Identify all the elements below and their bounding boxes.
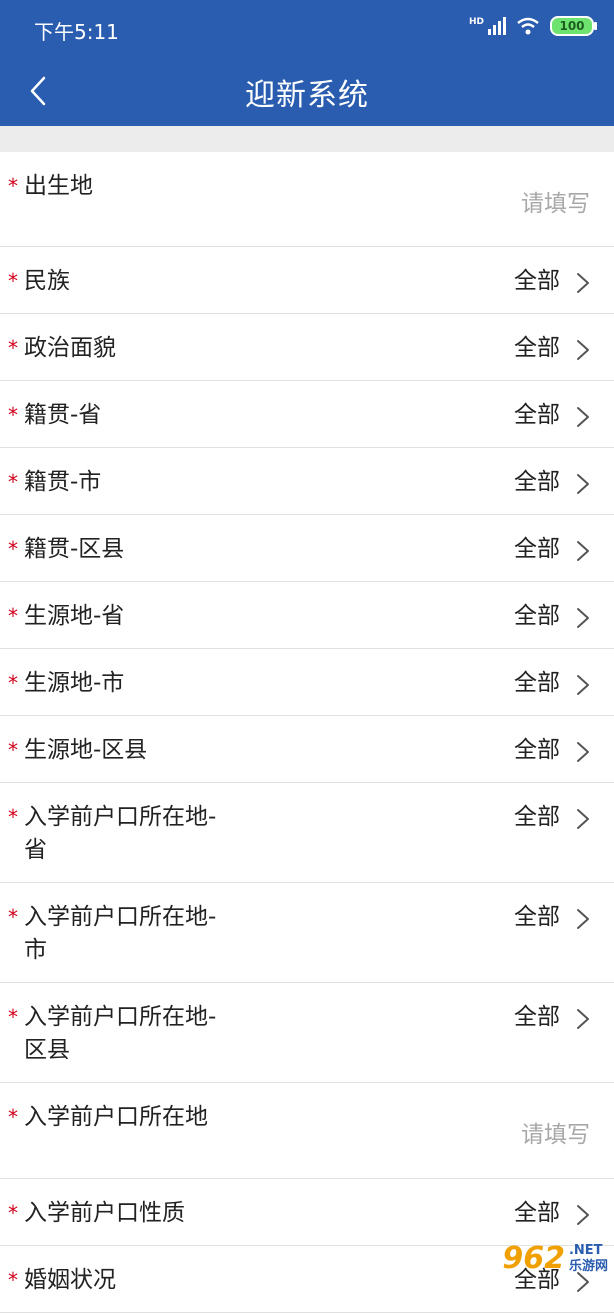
watermark-site: 乐游网 bbox=[568, 1258, 608, 1274]
form-select-row[interactable]: * 民族 全部 bbox=[0, 247, 614, 314]
field-label: 生源地-市 bbox=[24, 670, 125, 696]
chevron-right-icon bbox=[577, 742, 589, 762]
select-value[interactable]: 全部 bbox=[514, 667, 560, 700]
required-star: * bbox=[8, 269, 18, 293]
required-star: * bbox=[8, 174, 18, 198]
select-value[interactable]: 全部 bbox=[514, 1197, 560, 1230]
chevron-right-icon bbox=[577, 407, 589, 427]
field-label: 入学前户口所在地- 区县 bbox=[24, 1004, 217, 1063]
chevron-right-icon bbox=[577, 809, 589, 829]
select-value[interactable]: 全部 bbox=[514, 466, 560, 499]
status-bar: 下午5:11 HD 100 bbox=[0, 0, 614, 56]
select-value[interactable]: 全部 bbox=[514, 399, 560, 432]
form-select-row[interactable]: * 政治面貌 全部 bbox=[0, 314, 614, 381]
required-star: * bbox=[8, 604, 18, 628]
app-header: 下午5:11 HD 100 迎新系统 bbox=[0, 0, 614, 126]
field-label: 籍贯-市 bbox=[24, 469, 102, 495]
required-star: * bbox=[8, 1105, 18, 1129]
form-select-row[interactable]: * 入学前户口所在地- 省 全部 bbox=[0, 783, 614, 883]
hd-label: HD bbox=[468, 17, 484, 27]
select-value[interactable]: 全部 bbox=[514, 801, 560, 834]
text-input-placeholder[interactable]: 请填写 bbox=[521, 184, 590, 218]
form-select-row[interactable]: * 生源地-市 全部 bbox=[0, 649, 614, 716]
form-select-row[interactable]: * 入学前户口所在地- 区县 全部 bbox=[0, 983, 614, 1083]
chevron-right-icon bbox=[577, 273, 589, 293]
chevron-right-icon bbox=[577, 608, 589, 628]
required-star: * bbox=[8, 537, 18, 561]
wifi-icon bbox=[517, 17, 539, 35]
required-star: * bbox=[8, 905, 18, 929]
select-value[interactable]: 全部 bbox=[514, 533, 560, 566]
required-star: * bbox=[8, 336, 18, 360]
required-star: * bbox=[8, 671, 18, 695]
chevron-right-icon bbox=[577, 675, 589, 695]
form-select-row[interactable]: * 生源地-省 全部 bbox=[0, 582, 614, 649]
section-spacer bbox=[0, 126, 614, 152]
status-time: 下午5:11 bbox=[34, 20, 119, 44]
select-value[interactable]: 全部 bbox=[514, 1001, 560, 1034]
chevron-right-icon bbox=[577, 909, 589, 929]
field-label: 政治面貌 bbox=[24, 335, 116, 361]
chevron-right-icon bbox=[577, 474, 589, 494]
required-star: * bbox=[8, 403, 18, 427]
watermark: 962 .NET 乐游网 bbox=[502, 1241, 608, 1276]
required-star: * bbox=[8, 738, 18, 762]
field-label: 入学前户口所在地- 市 bbox=[24, 904, 217, 963]
form-select-row[interactable]: * 入学前户口性质 全部 bbox=[0, 1179, 614, 1246]
field-label: 婚姻状况 bbox=[24, 1267, 116, 1293]
required-star: * bbox=[8, 1268, 18, 1292]
field-label: 入学前户口性质 bbox=[24, 1200, 185, 1226]
select-value[interactable]: 全部 bbox=[514, 734, 560, 767]
field-label: 入学前户口所在地- 省 bbox=[24, 804, 217, 863]
form-select-row[interactable]: * 籍贯-区县 全部 bbox=[0, 515, 614, 582]
form-select-row[interactable]: * 籍贯-省 全部 bbox=[0, 381, 614, 448]
form-input-row[interactable]: * 入学前户口所在地 请填写 bbox=[0, 1083, 614, 1179]
required-star: * bbox=[8, 805, 18, 829]
watermark-logo: 962 bbox=[502, 1241, 565, 1276]
form-select-row[interactable]: * 入学前户口所在地- 市 全部 bbox=[0, 883, 614, 983]
text-input-placeholder[interactable]: 请填写 bbox=[521, 1115, 590, 1149]
chevron-right-icon bbox=[577, 1205, 589, 1225]
select-value[interactable]: 全部 bbox=[514, 600, 560, 633]
field-label: 生源地-省 bbox=[24, 603, 125, 629]
chevron-right-icon bbox=[577, 541, 589, 561]
select-value[interactable]: 全部 bbox=[514, 332, 560, 365]
field-label: 生源地-区县 bbox=[24, 737, 148, 763]
field-label: 籍贯-省 bbox=[24, 402, 102, 428]
field-label: 籍贯-区县 bbox=[24, 536, 125, 562]
page-title: 迎新系统 bbox=[245, 78, 369, 113]
watermark-text: .NET 乐游网 bbox=[569, 1243, 608, 1275]
form-list: * 出生地 请填写 * 民族 全部 * 政治面貌 全部 * 籍贯-省 全部 * 籍贯-市 全部 * 籍贯-区县全… bbox=[0, 152, 614, 1313]
required-star: * bbox=[8, 1201, 18, 1225]
select-value[interactable]: 全部 bbox=[514, 901, 560, 934]
nav-bar: 迎新系统 bbox=[0, 56, 614, 126]
form-select-row[interactable]: * 籍贯-市 全部 bbox=[0, 448, 614, 515]
battery-level: 100 bbox=[559, 19, 585, 33]
field-label: 出生地 bbox=[24, 173, 93, 199]
required-star: * bbox=[8, 1005, 18, 1029]
form-input-row[interactable]: * 出生地 请填写 bbox=[0, 152, 614, 247]
required-star: * bbox=[8, 470, 18, 494]
battery-icon: 100 bbox=[550, 16, 597, 36]
form-select-row[interactable]: * 生源地-区县 全部 bbox=[0, 716, 614, 783]
status-icons: HD 100 bbox=[469, 16, 597, 36]
chevron-right-icon bbox=[577, 1009, 589, 1029]
select-value[interactable]: 全部 bbox=[514, 265, 560, 298]
field-label: 入学前户口所在地 bbox=[24, 1104, 208, 1130]
watermark-suffix: .NET bbox=[568, 1242, 603, 1258]
signal-icon: HD bbox=[469, 17, 506, 35]
chevron-right-icon bbox=[577, 340, 589, 360]
field-label: 民族 bbox=[24, 268, 70, 294]
